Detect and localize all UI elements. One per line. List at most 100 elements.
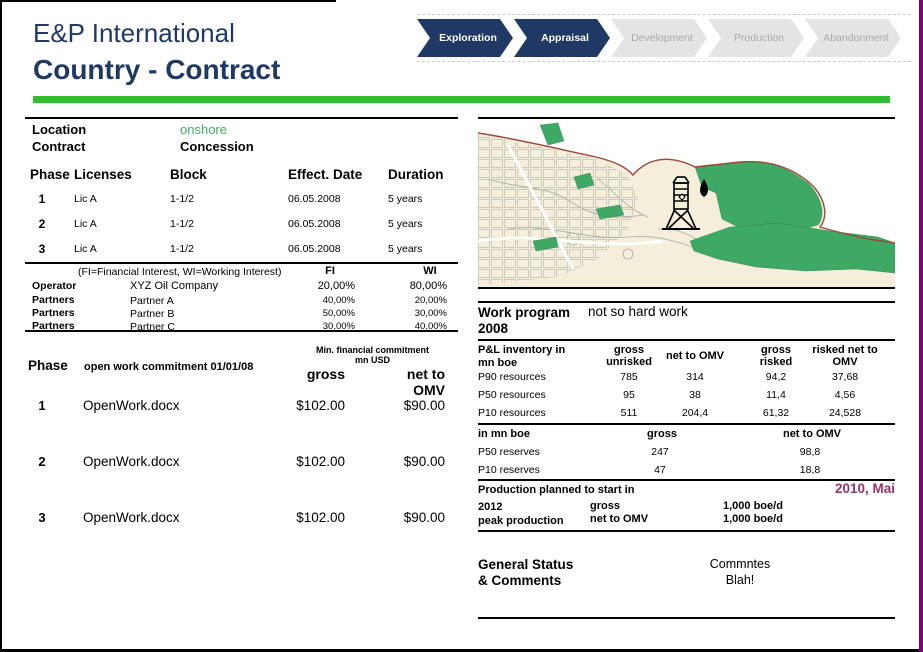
col-header-risked-net: risked net to OMV xyxy=(803,342,887,370)
stage-abandonment[interactable]: Abandonment xyxy=(805,19,901,57)
effect-date-col-header: Effect. Date xyxy=(288,167,362,182)
work-document-link[interactable]: OpenWork.docx xyxy=(83,454,180,469)
stage-label: Appraisal xyxy=(541,32,589,44)
value-cell: 785 xyxy=(591,371,667,383)
work-program-title: Work program xyxy=(478,305,570,320)
duration-cell: 5 years xyxy=(388,218,422,230)
resource-label: P10 resources xyxy=(478,407,546,419)
resource-label: P50 resources xyxy=(478,389,546,401)
net-cell: $90.00 xyxy=(370,510,445,525)
production-gross-label: gross xyxy=(590,500,620,512)
partner-name-cell: Partner A xyxy=(130,295,174,307)
reserves-gross-header: gross xyxy=(624,428,700,440)
page-border-top xyxy=(0,0,336,2)
reserve-label: P50 reserves xyxy=(478,446,540,458)
license-cell: Lic A xyxy=(74,218,97,230)
divider xyxy=(25,262,458,264)
work-document-link[interactable]: OpenWork.docx xyxy=(83,510,180,525)
page-title: Country - Contract xyxy=(33,54,280,86)
wi-cell: 80,00% xyxy=(385,280,447,292)
divider xyxy=(478,423,895,425)
work-program-note: not so hard work xyxy=(588,304,688,319)
fi-cell: 40,00% xyxy=(285,295,355,306)
location-label: Location xyxy=(32,122,86,137)
value-cell: 247 xyxy=(620,446,700,458)
reserve-label: P10 reserves xyxy=(478,464,540,476)
value-cell: 38 xyxy=(657,389,733,401)
value-cell: 11,4 xyxy=(738,389,814,401)
stage-development[interactable]: Development xyxy=(611,19,707,57)
phase-number: 1 xyxy=(30,192,54,206)
value-cell: 37,68 xyxy=(807,371,883,383)
date-cell: 06.05.2008 xyxy=(288,193,341,205)
contract-value: Concession xyxy=(180,139,254,154)
stage-exploration[interactable]: Exploration xyxy=(417,19,513,57)
page-border-left xyxy=(0,0,2,652)
value-cell: 18,8 xyxy=(770,464,850,476)
col-header-gross-unrisked: gross unrisked xyxy=(597,342,661,370)
col-header-gross-risked: gross risked xyxy=(744,342,808,370)
stage-appraisal[interactable]: Appraisal xyxy=(514,19,610,57)
gross-cell: $102.00 xyxy=(270,454,345,469)
gross-cell: $102.00 xyxy=(270,510,345,525)
value-cell: 98,8 xyxy=(770,446,850,458)
value-cell: 4,56 xyxy=(807,389,883,401)
status-label-2: & Comments xyxy=(478,573,561,588)
value-cell: 61,32 xyxy=(738,407,814,419)
block-cell: 1-1/2 xyxy=(170,243,194,255)
role-cell: Operator xyxy=(32,280,76,292)
fi-cell: 20,00% xyxy=(285,280,355,292)
duration-cell: 5 years xyxy=(388,243,422,255)
location-value: onshore xyxy=(180,122,227,137)
reserves-header: in mn boe xyxy=(478,428,530,440)
work-document-link[interactable]: OpenWork.docx xyxy=(83,398,180,413)
wi-cell: 30,00% xyxy=(385,308,447,319)
phase-col-header: Phase xyxy=(28,358,68,373)
status-comment: Commntes xyxy=(695,557,785,571)
license-cell: Lic A xyxy=(74,243,97,255)
accent-divider xyxy=(33,96,890,103)
contract-label: Contract xyxy=(32,139,85,154)
divider xyxy=(25,330,458,332)
block-col-header: Block xyxy=(170,167,207,182)
value-cell: 94,2 xyxy=(738,371,814,383)
role-cell: Partners xyxy=(32,294,75,306)
commitment-col-header: open work commitment 01/01/08 xyxy=(84,361,253,373)
value-cell: 511 xyxy=(591,407,667,419)
status-label: General Status xyxy=(478,557,573,572)
partner-name-cell: Partner B xyxy=(130,308,174,320)
peak-production-label: peak production xyxy=(478,515,564,527)
resource-label: P90 resources xyxy=(478,371,546,383)
gross-col-header: gross xyxy=(275,366,345,382)
reserves-net-header: net to OMV xyxy=(774,428,850,440)
page-border-right xyxy=(919,0,923,652)
divider xyxy=(25,117,458,119)
value-cell: 314 xyxy=(657,371,733,383)
commitment-group-header: Min. financial commitment xyxy=(290,345,455,355)
role-cell: Partners xyxy=(32,307,75,319)
phase-number: 2 xyxy=(30,454,54,469)
phase-number: 2 xyxy=(30,217,54,231)
partner-name-cell: XYZ Oil Company xyxy=(130,280,218,292)
production-year: 2012 xyxy=(478,501,502,513)
production-start-value: 2010, Mai xyxy=(745,481,895,496)
divider xyxy=(478,301,895,303)
pl-inventory-header: P&L inventory in xyxy=(478,344,565,356)
stage-production[interactable]: Production xyxy=(708,19,804,57)
divider xyxy=(478,617,895,619)
work-program-year: 2008 xyxy=(478,321,508,336)
net-col-header: net to OMV xyxy=(375,366,445,398)
duration-cell: 5 years xyxy=(388,193,422,205)
divider xyxy=(478,287,895,289)
net-cell: $90.00 xyxy=(370,398,445,413)
contract-overview-page: E&P International Country - Contract Exp… xyxy=(0,0,923,652)
phase-col-header: Phase xyxy=(30,167,70,182)
divider xyxy=(478,339,895,341)
net-cell: $90.00 xyxy=(370,454,445,469)
license-cell: Lic A xyxy=(74,193,97,205)
stage-label: Development xyxy=(631,32,693,44)
duration-col-header: Duration xyxy=(388,167,444,182)
stage-label: Exploration xyxy=(439,32,497,44)
block-cell: 1-1/2 xyxy=(170,218,194,230)
phase-number: 3 xyxy=(30,242,54,256)
